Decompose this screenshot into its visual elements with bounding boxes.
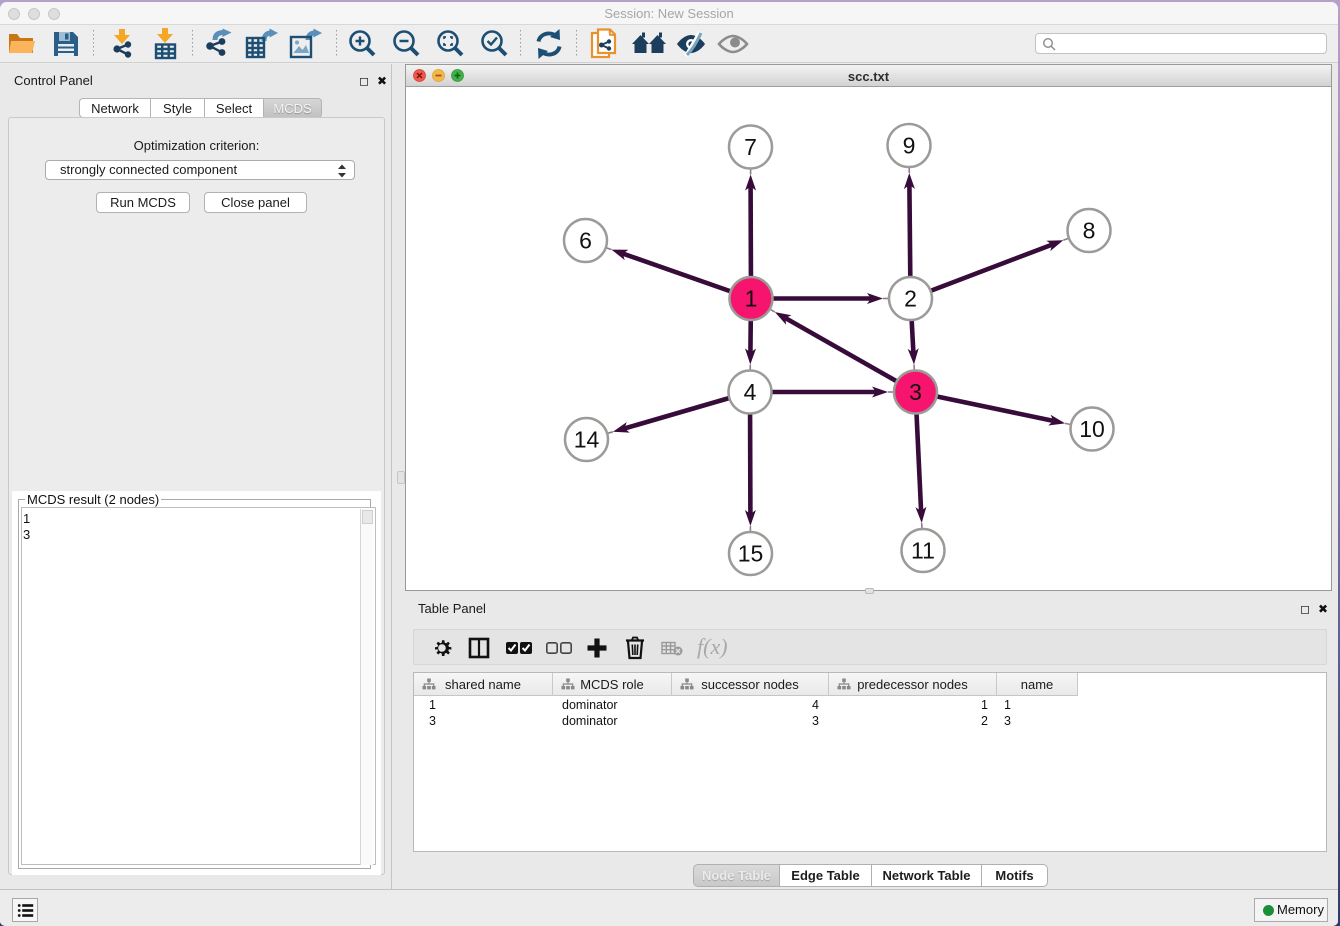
svg-text:14: 14 — [574, 427, 600, 453]
svg-text:1: 1 — [745, 286, 758, 312]
svg-text:11: 11 — [911, 538, 935, 564]
svg-text:8: 8 — [1083, 218, 1096, 244]
svg-text:6: 6 — [579, 228, 592, 254]
svg-text:15: 15 — [738, 541, 764, 567]
svg-text:7: 7 — [744, 134, 757, 160]
svg-text:9: 9 — [903, 133, 916, 159]
svg-text:3: 3 — [909, 379, 922, 405]
svg-text:4: 4 — [744, 379, 757, 405]
svg-text:10: 10 — [1079, 416, 1105, 442]
svg-text:2: 2 — [904, 286, 917, 312]
